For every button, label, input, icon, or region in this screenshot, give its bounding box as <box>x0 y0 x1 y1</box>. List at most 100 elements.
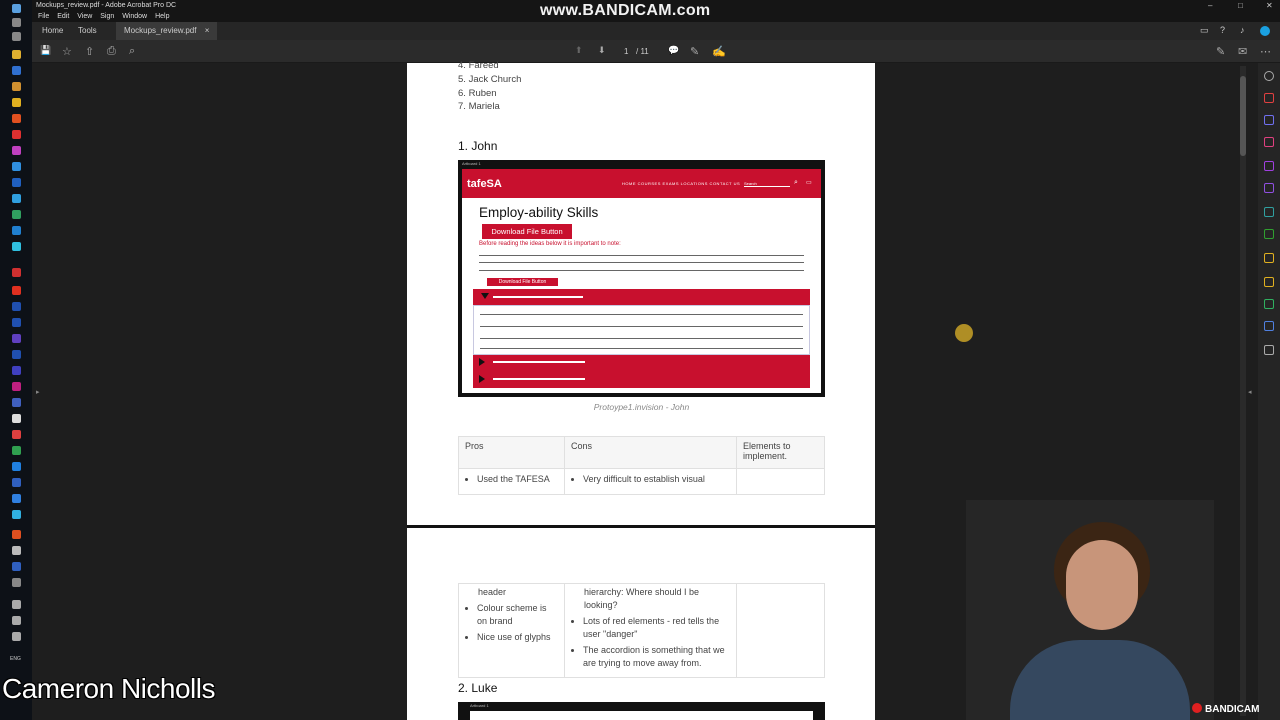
app-icon[interactable] <box>12 510 21 519</box>
app-icon[interactable] <box>12 318 21 327</box>
app-icon[interactable] <box>12 350 21 359</box>
search-icon[interactable] <box>12 18 21 27</box>
pen-icon[interactable]: ✎ <box>690 45 699 58</box>
search-icon[interactable]: ⌕ <box>129 45 135 58</box>
protect-icon[interactable] <box>1264 321 1274 331</box>
chat-icon[interactable]: ▭ <box>1200 25 1209 36</box>
app-icon[interactable] <box>12 226 21 235</box>
print-icon[interactable]: ⎙ <box>107 45 116 58</box>
comment-icon[interactable]: 💬 <box>668 45 679 56</box>
menu-view[interactable]: View <box>77 11 92 22</box>
more-tools-icon[interactable] <box>1264 345 1274 355</box>
close-window-button[interactable]: ✕ <box>1266 0 1273 11</box>
pdf-page-2: header Colour scheme is on brand Nice us… <box>407 528 875 720</box>
language-indicator[interactable]: ENG <box>10 656 21 662</box>
start-icon[interactable] <box>12 4 21 13</box>
app-icon[interactable] <box>12 302 21 311</box>
tray-icon[interactable] <box>12 600 21 609</box>
app-icon[interactable] <box>12 382 21 391</box>
save-icon[interactable]: 💾 <box>40 45 51 56</box>
scan-icon[interactable] <box>1264 207 1274 217</box>
menu-sign[interactable]: Sign <box>100 11 114 22</box>
close-tab-icon[interactable]: × <box>205 26 210 35</box>
mockup-search-icon: ⌕ <box>794 179 798 186</box>
tab-document[interactable]: Mockups_review.pdf × <box>116 22 218 40</box>
app-icon[interactable] <box>12 478 21 487</box>
app-icon[interactable] <box>12 114 21 123</box>
mockup-accordion-open-header <box>473 289 810 305</box>
app-icon[interactable] <box>12 494 21 503</box>
star-icon[interactable]: ☆ <box>62 45 72 58</box>
app-icon[interactable] <box>12 194 21 203</box>
app-icon[interactable] <box>12 334 21 343</box>
export-pdf-icon[interactable] <box>1264 93 1274 103</box>
redact-icon[interactable] <box>1264 299 1274 309</box>
app-icon[interactable] <box>12 50 21 59</box>
tab-home[interactable]: Home <box>42 22 63 40</box>
app-icon[interactable] <box>12 546 21 555</box>
acrobat-taskbar-icon[interactable] <box>12 268 21 277</box>
tab-bar: Home Tools Mockups_review.pdf × ▭ ? ♪ <box>32 22 1280 40</box>
maximize-button[interactable]: □ <box>1238 0 1243 11</box>
tab-tools[interactable]: Tools <box>78 22 97 40</box>
app-icon[interactable] <box>12 82 21 91</box>
fill-sign-icon[interactable]: ✎ <box>1216 45 1225 58</box>
menu-edit[interactable]: Edit <box>57 11 69 22</box>
edit-pdf-icon[interactable] <box>1264 137 1274 147</box>
app-icon[interactable] <box>12 162 21 171</box>
app-icon[interactable] <box>12 398 21 407</box>
organize-pages-icon[interactable] <box>1264 161 1274 171</box>
app-icon[interactable] <box>12 242 21 251</box>
app-icon[interactable] <box>12 414 21 423</box>
more-icon[interactable]: ⋯ <box>1260 45 1271 58</box>
app-icon[interactable] <box>12 98 21 107</box>
app-icon[interactable] <box>12 210 21 219</box>
app-icon[interactable] <box>12 578 21 587</box>
table-row: header Colour scheme is on brand Nice us… <box>458 583 825 678</box>
create-pdf-icon[interactable] <box>1264 115 1274 125</box>
artboard-label: Artboard 1 <box>462 161 481 166</box>
tray-icon[interactable] <box>12 632 21 641</box>
account-avatar[interactable] <box>1260 26 1270 36</box>
prev-page-icon[interactable]: ⬆ <box>575 45 583 56</box>
comment-tool-icon[interactable] <box>1264 277 1274 287</box>
app-icon[interactable] <box>12 130 21 139</box>
sign-icon[interactable]: ✍ <box>712 45 726 58</box>
app-icon[interactable] <box>12 286 21 295</box>
app-icon[interactable] <box>12 530 21 539</box>
app-icon[interactable] <box>12 146 21 155</box>
mockup-accordion-closed <box>473 355 810 388</box>
upload-icon[interactable]: ⇧ <box>85 45 94 58</box>
minimize-button[interactable]: – <box>1208 0 1212 11</box>
app-icon[interactable] <box>12 66 21 75</box>
menu-help[interactable]: Help <box>155 11 169 22</box>
right-tools-panel <box>1258 63 1280 720</box>
mockup-screenshot-luke: Artboard 1 <box>458 702 825 720</box>
scrollbar-thumb[interactable] <box>1240 76 1246 156</box>
send-review-icon[interactable] <box>1264 253 1274 263</box>
app-icon[interactable] <box>12 366 21 375</box>
notification-bell-icon[interactable]: ♪ <box>1240 25 1245 35</box>
collapse-right-panel-icon[interactable]: ◂ <box>1248 388 1252 396</box>
con-item: The accordion is something that we are t… <box>583 644 730 670</box>
list-item: 5. Jack Church <box>458 74 522 85</box>
next-page-icon[interactable]: ⬇ <box>598 45 606 56</box>
page-number-input[interactable]: 1 <box>624 47 628 56</box>
help-icon[interactable]: ? <box>1220 25 1225 35</box>
zoom-icon[interactable] <box>1264 71 1274 81</box>
app-icon[interactable] <box>12 178 21 187</box>
app-icon[interactable] <box>12 462 21 471</box>
compress-icon[interactable] <box>1264 229 1274 239</box>
app-icon[interactable] <box>12 430 21 439</box>
app-icon[interactable] <box>12 562 21 571</box>
fill-sign-icon[interactable] <box>1264 183 1274 193</box>
mockup-text-line <box>479 270 804 271</box>
menu-window[interactable]: Window <box>122 11 147 22</box>
app-icon[interactable] <box>12 446 21 455</box>
tray-icon[interactable] <box>12 616 21 625</box>
vertical-scrollbar[interactable] <box>1240 66 1246 716</box>
task-view-icon[interactable] <box>12 32 21 41</box>
menu-file[interactable]: File <box>38 11 49 22</box>
email-icon[interactable]: ✉ <box>1238 45 1247 58</box>
expand-left-panel-icon[interactable]: ▸ <box>36 388 40 396</box>
